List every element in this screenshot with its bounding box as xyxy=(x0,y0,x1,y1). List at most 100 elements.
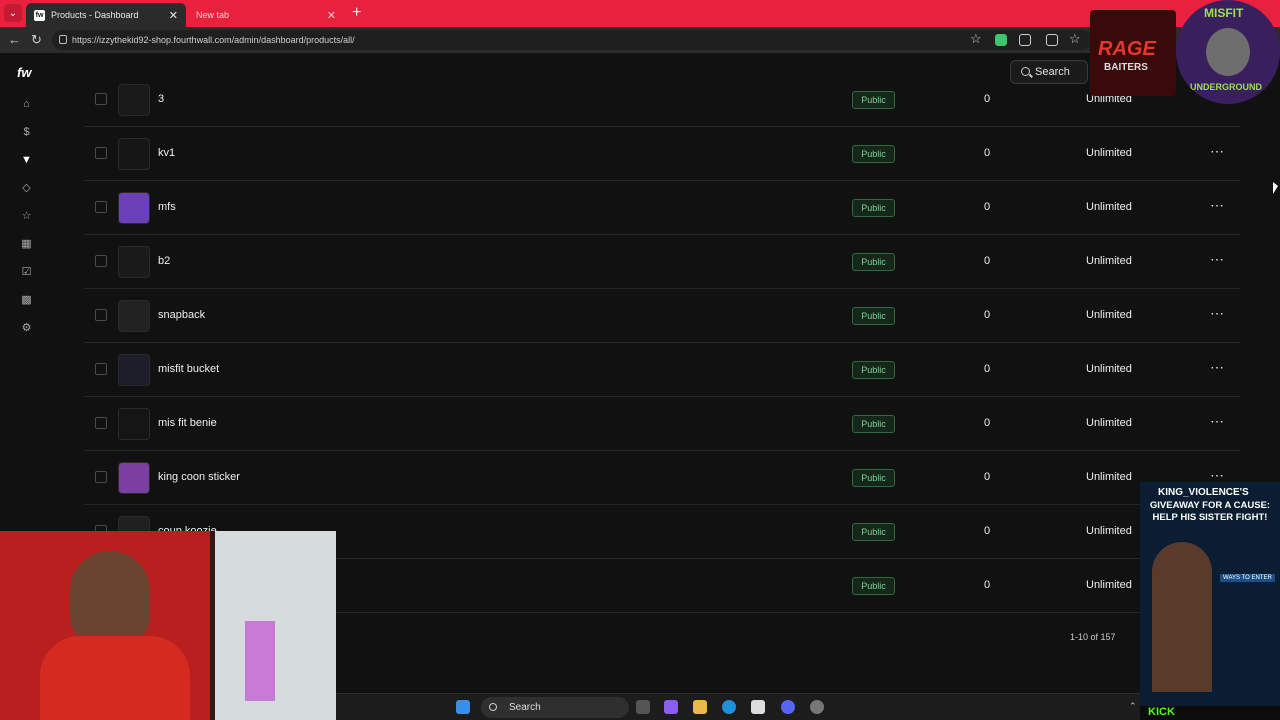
product-name[interactable]: king coon sticker xyxy=(158,471,240,483)
chevron-up-icon[interactable]: ⌃ xyxy=(1129,701,1137,712)
table-row[interactable]: mfs Public 0 Unlimited ⋯ xyxy=(84,181,1240,235)
table-row[interactable]: king coon sticker Public 0 Unlimited ⋯ xyxy=(84,451,1240,505)
apps-icon[interactable]: ▩ xyxy=(20,294,33,307)
sold-count: 0 xyxy=(984,147,991,159)
product-name[interactable]: mis fit benie xyxy=(158,417,217,429)
status-badge: Public xyxy=(852,307,895,325)
product-thumbnail[interactable] xyxy=(118,300,150,332)
ad-headline: GIVEAWAY FOR A CAUSE: HELP HIS SISTER FI… xyxy=(1149,500,1271,523)
more-options-icon[interactable]: ⋯ xyxy=(1210,143,1225,160)
table-row[interactable]: mis fit benie Public 0 Unlimited ⋯ xyxy=(84,397,1240,451)
row-checkbox[interactable] xyxy=(95,255,107,267)
bookmark-star-icon[interactable]: ☆ xyxy=(970,31,982,47)
tab-title: New tab xyxy=(196,10,230,20)
table-row[interactable]: kv1 Public 0 Unlimited ⋯ xyxy=(84,127,1240,181)
address-bar-row: ← ↻ https://izzythekid92-shop.fourthwall… xyxy=(0,27,1280,53)
product-thumbnail[interactable] xyxy=(118,84,150,116)
more-options-icon[interactable]: ⋯ xyxy=(1210,359,1225,376)
more-options-icon[interactable]: ⋯ xyxy=(1210,251,1225,268)
more-options-icon[interactable]: ⋯ xyxy=(1210,413,1225,430)
tab-title: Products - Dashboard xyxy=(51,10,139,20)
browser-tab-bar: ⌄ fw Products - Dashboard ✕ New tab ✕ + xyxy=(0,0,1280,27)
status-badge: Public xyxy=(852,199,895,217)
taskbar-search[interactable]: Search xyxy=(481,697,629,718)
row-checkbox[interactable] xyxy=(95,417,107,429)
product-name[interactable]: misfit bucket xyxy=(158,363,219,375)
extension-icon[interactable] xyxy=(995,34,1007,46)
logo-line: RAGE xyxy=(1098,38,1156,60)
logo-line: UNDERGROUND xyxy=(1190,82,1262,92)
new-tab-icon[interactable]: + xyxy=(352,4,361,22)
tab-products-dashboard[interactable]: fw Products - Dashboard ✕ xyxy=(26,3,186,27)
product-name[interactable]: b2 xyxy=(158,255,170,267)
status-badge: Public xyxy=(852,91,895,109)
ad-handle: KING_VIOLENCE'S xyxy=(1158,487,1249,498)
edge-icon[interactable] xyxy=(722,700,736,714)
obs-icon[interactable] xyxy=(810,700,824,714)
product-thumbnail[interactable] xyxy=(118,354,150,386)
dollar-icon[interactable]: $ xyxy=(20,126,33,139)
product-thumbnail[interactable] xyxy=(118,462,150,494)
sold-count: 0 xyxy=(984,471,991,483)
row-checkbox[interactable] xyxy=(95,471,107,483)
product-thumbnail[interactable] xyxy=(118,246,150,278)
product-name[interactable]: 3 xyxy=(158,93,164,105)
table-row[interactable]: misfit bucket Public 0 Unlimited ⋯ xyxy=(84,343,1240,397)
copilot-icon[interactable] xyxy=(664,700,678,714)
sold-count: 0 xyxy=(984,201,991,213)
close-icon[interactable]: ✕ xyxy=(169,9,178,22)
settings-icon[interactable] xyxy=(1046,34,1058,46)
favorites-icon[interactable]: ☆ xyxy=(1069,31,1081,47)
star-icon[interactable]: ☆ xyxy=(20,210,33,223)
home-icon[interactable]: ⌂ xyxy=(20,98,33,111)
more-options-icon[interactable]: ⋯ xyxy=(1210,305,1225,322)
start-icon[interactable] xyxy=(456,700,470,714)
tab-actions-icon[interactable]: ⌄ xyxy=(4,4,22,22)
more-options-icon[interactable]: ⋯ xyxy=(1210,197,1225,214)
status-badge: Public xyxy=(852,415,895,433)
row-checkbox[interactable] xyxy=(95,363,107,375)
status-badge: Public xyxy=(852,145,895,163)
extension-icon[interactable] xyxy=(1019,34,1031,46)
layout-icon[interactable]: ▦ xyxy=(20,238,33,251)
product-name[interactable]: kv1 xyxy=(158,147,175,159)
status-badge: Public xyxy=(852,361,895,379)
kick-logo: KICK xyxy=(1148,706,1175,718)
tab-new-tab[interactable]: New tab ✕ xyxy=(188,3,344,27)
logo-line: MISFIT xyxy=(1204,6,1244,20)
discord-icon[interactable] xyxy=(781,700,795,714)
sold-count: 0 xyxy=(984,579,991,591)
back-icon[interactable]: ← xyxy=(8,32,21,47)
url-field[interactable]: https://izzythekid92-shop.fourthwall.com… xyxy=(52,30,1092,50)
file-explorer-icon[interactable] xyxy=(693,700,707,714)
store-icon[interactable] xyxy=(751,700,765,714)
sold-count: 0 xyxy=(984,93,991,105)
table-row[interactable]: 3 Public 0 Unlimited ⋯ xyxy=(84,73,1240,127)
close-icon[interactable]: ✕ xyxy=(327,9,336,22)
sold-count: 0 xyxy=(984,417,991,429)
inventory-value: Unlimited xyxy=(1086,417,1132,429)
status-badge: Public xyxy=(852,469,895,487)
settings-icon[interactable]: ⚙ xyxy=(20,322,33,335)
table-row[interactable]: snapback Public 0 Unlimited ⋯ xyxy=(84,289,1240,343)
rage-baiters-logo: RAGE BAITERS xyxy=(1090,10,1176,96)
row-checkbox[interactable] xyxy=(95,201,107,213)
tag-icon[interactable]: ◇ xyxy=(20,182,33,195)
product-name[interactable]: mfs xyxy=(158,201,176,213)
fourthwall-logo[interactable]: fw xyxy=(17,65,31,80)
checklist-icon[interactable]: ☑ xyxy=(20,266,33,279)
product-name[interactable]: snapback xyxy=(158,309,205,321)
product-thumbnail[interactable] xyxy=(118,408,150,440)
sold-count: 0 xyxy=(984,525,991,537)
refresh-icon[interactable]: ↻ xyxy=(31,32,42,48)
product-thumbnail[interactable] xyxy=(118,192,150,224)
shirt-icon[interactable]: ▼ xyxy=(20,154,33,167)
row-checkbox[interactable] xyxy=(95,93,107,105)
task-view-icon[interactable] xyxy=(636,700,650,714)
inventory-value: Unlimited xyxy=(1086,579,1132,591)
taskbar-search-label: Search xyxy=(509,702,541,713)
row-checkbox[interactable] xyxy=(95,309,107,321)
product-thumbnail[interactable] xyxy=(118,138,150,170)
row-checkbox[interactable] xyxy=(95,147,107,159)
table-row[interactable]: b2 Public 0 Unlimited ⋯ xyxy=(84,235,1240,289)
